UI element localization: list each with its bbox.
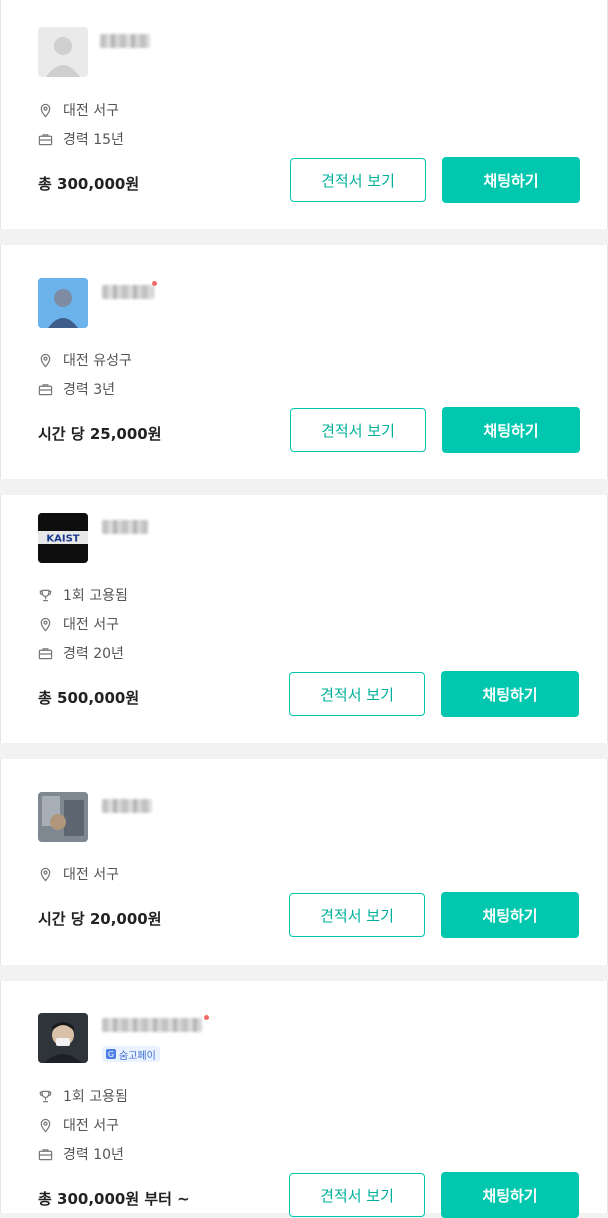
price: 총 300,000원 [38,175,140,193]
pay-icon: G [106,1049,116,1059]
briefcase-icon [38,1148,53,1160]
location-pin-icon [40,867,51,882]
briefcase-icon [38,647,53,659]
location-row: 대전 유성구 [38,350,132,370]
kaist-logo-text: KAIST [46,534,79,545]
location-row: 대전 서구 [38,614,119,634]
expert-name [102,520,148,534]
location-pin-icon [40,353,51,368]
career-row: 경력 20년 [38,643,124,663]
chat-button[interactable]: 채팅하기 [441,892,579,938]
career-row: 경력 3년 [38,379,115,399]
price: 총 500,000원 [38,689,140,707]
view-quote-button[interactable]: 견적서 보기 [289,1173,425,1217]
hired-row: 1회 고용됨 [38,1086,128,1106]
location-row: 대전 서구 [38,100,119,120]
career-row: 경력 15년 [38,129,124,149]
briefcase-icon [38,383,53,395]
chat-button[interactable]: 채팅하기 [441,671,579,717]
location-row: 대전 서구 [38,864,119,884]
price: 시간 당 20,000원 [38,910,162,928]
expert-card[interactable]: G 숨고페이 1회 고용됨 대전 서구 경력 10년 총 300,000원 부터… [0,981,608,1218]
hired-row: 1회 고용됨 [38,585,128,605]
view-quote-button[interactable]: 견적서 보기 [290,158,426,202]
chat-button[interactable]: 채팅하기 [441,1172,579,1218]
trophy-icon [39,589,52,601]
expert-name [102,1018,202,1032]
view-quote-button[interactable]: 견적서 보기 [289,672,425,716]
expert-card[interactable]: 대전 서구 경력 15년 총 300,000원 견적서 보기 채팅하기 [0,0,608,229]
trophy-icon [39,1090,52,1102]
soomgo-pay-badge: G 숨고페이 [102,1046,160,1062]
avatar [38,278,88,328]
avatar [38,1013,88,1063]
location-pin-icon [40,617,51,632]
location-pin-icon [40,1118,51,1133]
chat-button[interactable]: 채팅하기 [442,407,580,453]
view-quote-button[interactable]: 견적서 보기 [290,408,426,452]
expert-card[interactable]: 대전 서구 시간 당 20,000원 견적서 보기 채팅하기 [0,759,608,965]
price: 시간 당 25,000원 [38,425,162,443]
avatar: KAIST [38,513,88,563]
location-row: 대전 서구 [38,1115,119,1135]
expert-name [100,34,150,48]
avatar [38,792,88,842]
price: 총 300,000원 부터 ~ [38,1190,190,1208]
new-dot [152,281,157,286]
expert-card[interactable]: 대전 유성구 경력 3년 시간 당 25,000원 견적서 보기 채팅하기 [0,245,608,479]
briefcase-icon [38,133,53,145]
view-quote-button[interactable]: 견적서 보기 [289,893,425,937]
expert-name [102,799,152,813]
new-dot [204,1015,209,1020]
location-pin-icon [40,103,51,118]
chat-button[interactable]: 채팅하기 [442,157,580,203]
expert-name [102,285,154,299]
expert-card[interactable]: KAIST 1회 고용됨 대전 서구 경력 20년 총 500,000원 견적서… [0,495,608,743]
career-row: 경력 10년 [38,1144,124,1164]
avatar [38,27,88,77]
